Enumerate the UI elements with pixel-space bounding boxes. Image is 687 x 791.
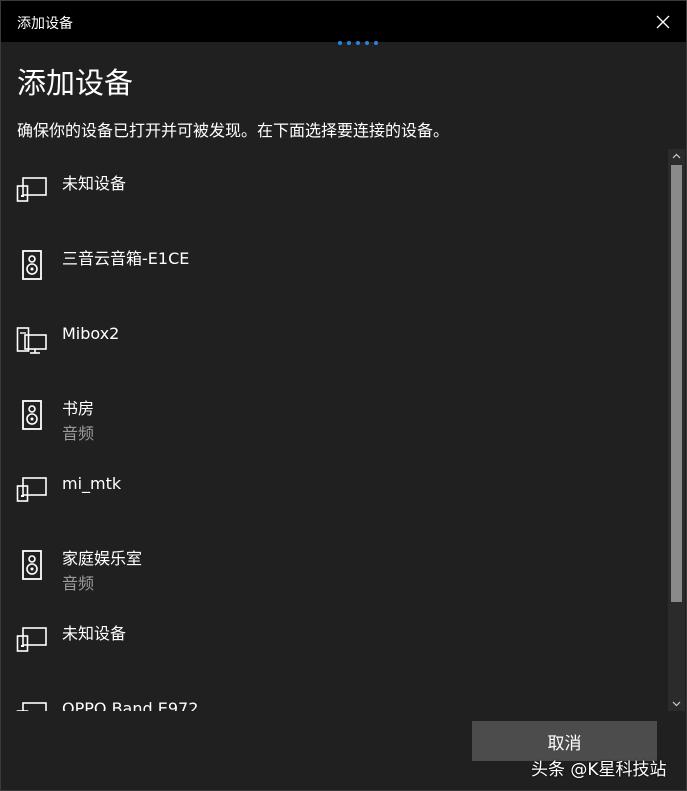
device-item[interactable]: 未知设备 <box>1 151 666 226</box>
device-type: 音频 <box>62 574 95 593</box>
display-device-icon <box>16 702 47 711</box>
speaker-icon <box>22 550 42 580</box>
device-name: 未知设备 <box>62 624 127 643</box>
device-item[interactable]: 三音云音箱-E1CE <box>1 226 666 301</box>
device-name: 未知设备 <box>62 174 127 193</box>
display-device-icon <box>16 627 47 652</box>
page-title: 添加设备 <box>17 66 134 100</box>
device-item[interactable]: Mibox2 <box>1 301 666 376</box>
computer-icon <box>16 327 47 354</box>
close-icon <box>656 15 670 28</box>
device-name: Mibox2 <box>62 324 120 343</box>
device-item[interactable]: OPPO Band E972 <box>1 676 666 711</box>
searching-progress-indicator <box>338 41 378 45</box>
device-list-scrollbar[interactable] <box>668 149 685 711</box>
device-item[interactable]: 家庭娱乐室 音频 <box>1 526 666 601</box>
device-name: 书房 <box>62 399 95 418</box>
window-title: 添加设备 <box>17 16 73 32</box>
watermark-text: 头条 @K星科技站 <box>531 760 667 780</box>
scroll-down-button[interactable] <box>668 697 685 711</box>
speaker-icon <box>22 250 42 280</box>
display-device-icon <box>16 177 47 202</box>
title-bar: 添加设备 <box>1 1 686 42</box>
device-name: OPPO Band E972 <box>62 699 199 711</box>
device-type: 音频 <box>62 424 95 443</box>
speaker-icon <box>22 400 42 430</box>
device-list: 未知设备 三音云音箱-E1CE Mibox2 书房 音频 mi_mtk 家庭娱乐… <box>1 151 666 711</box>
chevron-up-icon <box>672 153 681 159</box>
close-button[interactable] <box>640 1 686 42</box>
scroll-thumb[interactable] <box>671 165 682 602</box>
device-name: mi_mtk <box>62 474 122 493</box>
display-device-icon <box>16 477 47 502</box>
scroll-up-button[interactable] <box>668 149 685 163</box>
device-name: 家庭娱乐室 <box>62 549 143 568</box>
device-item[interactable]: 未知设备 <box>1 601 666 676</box>
device-name: 三音云音箱-E1CE <box>62 249 190 268</box>
chevron-down-icon <box>672 701 681 707</box>
device-item[interactable]: mi_mtk <box>1 451 666 526</box>
device-item[interactable]: 书房 音频 <box>1 376 666 451</box>
add-device-dialog: 添加设备 添加设备 确保你的设备已打开并可被发现。在下面选择要连接的设备。 未知… <box>0 0 687 791</box>
instructions-text: 确保你的设备已打开并可被发现。在下面选择要连接的设备。 <box>17 121 450 140</box>
